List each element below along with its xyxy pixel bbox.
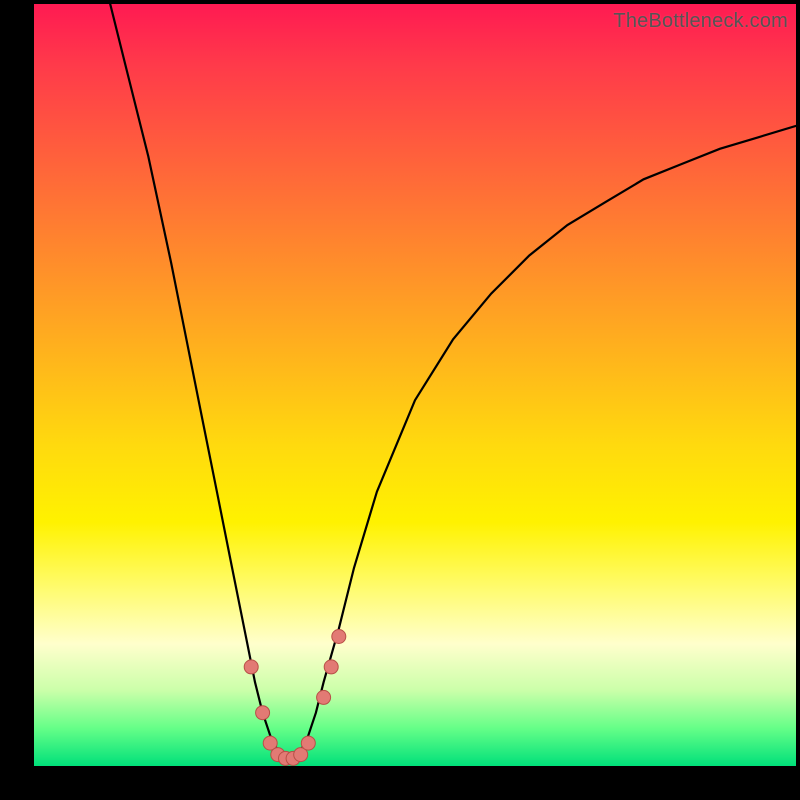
plot-area: TheBottleneck.com <box>34 4 796 766</box>
data-marker <box>256 706 270 720</box>
bottleneck-curve <box>110 4 796 758</box>
data-marker <box>324 660 338 674</box>
data-marker <box>332 630 346 644</box>
data-marker <box>244 660 258 674</box>
data-marker <box>301 736 315 750</box>
chart-svg <box>34 4 796 766</box>
data-marker <box>317 690 331 704</box>
chart-frame: TheBottleneck.com <box>0 0 800 800</box>
